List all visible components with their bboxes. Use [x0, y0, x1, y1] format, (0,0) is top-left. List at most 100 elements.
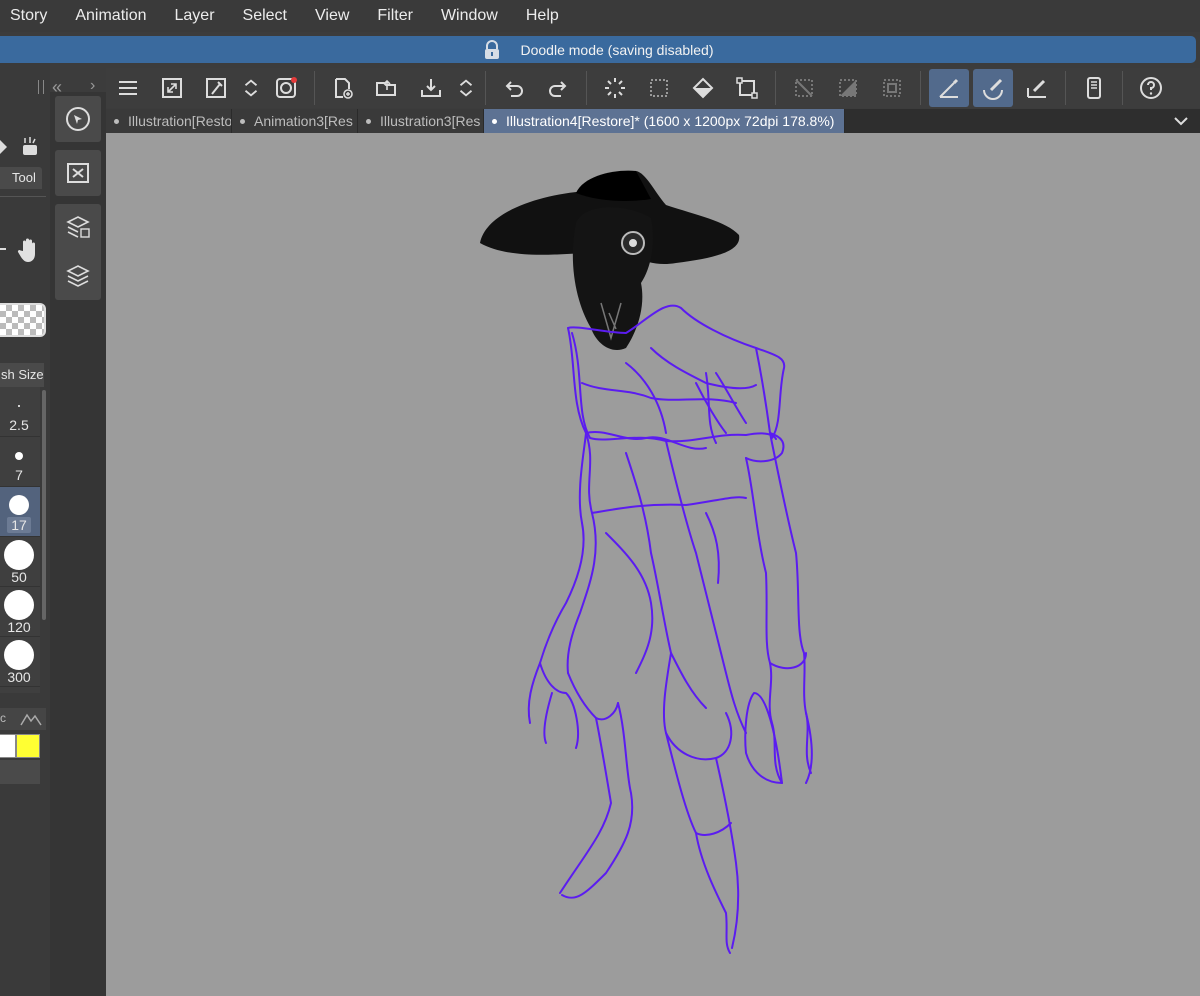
loading-button[interactable] — [595, 69, 635, 107]
brush-size-item[interactable]: 2.5 — [0, 387, 40, 437]
toolbar-separator — [586, 71, 587, 105]
tab-label: Illustration3[Res — [380, 113, 481, 129]
panel-grip-icon[interactable] — [38, 80, 44, 94]
brush-size-item[interactable]: 120 — [0, 587, 40, 637]
brush-dot-icon — [9, 495, 29, 515]
undo-icon — [505, 81, 523, 97]
tab-illustration[interactable]: Illustration[Resto — [106, 109, 232, 133]
save-button[interactable] — [411, 69, 451, 107]
fill-icon — [692, 77, 714, 99]
tab-label: Illustration4[Restore]* (1600 x 1200px 7… — [506, 113, 835, 129]
color-tab-label[interactable]: c — [0, 711, 6, 725]
menu-select[interactable]: Select — [229, 0, 301, 32]
selection-border-button[interactable] — [872, 69, 912, 107]
toolbar-separator — [485, 71, 486, 105]
toolbar-separator — [1122, 71, 1123, 105]
menu-layer[interactable]: Layer — [161, 0, 229, 32]
updown-icon — [244, 79, 258, 97]
snap-grid-icon — [1027, 79, 1046, 98]
menu-story[interactable]: Story — [0, 0, 61, 32]
undo-button[interactable] — [494, 69, 534, 107]
fill-bucket-icon[interactable] — [17, 135, 41, 159]
new-file-button[interactable] — [323, 69, 363, 107]
fill-button[interactable] — [683, 69, 723, 107]
brush-dot-icon — [4, 540, 34, 570]
sub-color-swatch[interactable] — [16, 734, 40, 758]
resize-icon — [162, 78, 182, 98]
record-timelapse-button[interactable] — [266, 69, 306, 107]
doodle-mode-banner: Doodle mode (saving disabled) — [0, 36, 1196, 63]
main-color-swatch[interactable] — [0, 734, 16, 758]
brush-size-item[interactable]: 7 — [0, 437, 40, 487]
tab-illustration3[interactable]: Illustration3[Res — [358, 109, 484, 133]
menu-help[interactable]: Help — [512, 0, 573, 32]
transform-icon — [736, 77, 758, 99]
layer-panel-group — [55, 204, 101, 300]
artwork-sketch — [480, 170, 813, 954]
tab-dot-icon — [366, 118, 371, 124]
snap-special-ruler-icon — [983, 78, 1003, 100]
eyedropper-button[interactable] — [196, 69, 236, 107]
brush-size-label: 50 — [11, 569, 27, 585]
navigator-button[interactable] — [55, 96, 101, 142]
eyedropper-icon — [206, 78, 226, 98]
deselect-button[interactable] — [784, 69, 824, 107]
hand-icon[interactable] — [16, 237, 40, 263]
updown-icon — [459, 79, 473, 97]
tab-dot-icon — [492, 118, 497, 124]
brush-size-item-selected[interactable]: 17 — [0, 487, 40, 537]
layer-property-icon[interactable] — [65, 214, 91, 240]
resize-canvas-button[interactable] — [152, 69, 192, 107]
tool-tab[interactable]: Tool — [0, 167, 42, 189]
help-button[interactable] — [1131, 69, 1171, 107]
help-icon — [1140, 77, 1162, 99]
tab-illustration4-active[interactable]: Illustration4[Restore]* (1600 x 1200px 7… — [484, 109, 846, 133]
tool-line-icon[interactable] — [0, 239, 6, 259]
color-palette-tab-icon[interactable] — [20, 712, 42, 726]
close-panel-icon — [67, 163, 89, 183]
transform-button[interactable] — [727, 69, 767, 107]
snap-ruler-icon — [939, 78, 959, 98]
drawing-canvas[interactable] — [106, 133, 1200, 996]
figure-sketch — [527, 304, 813, 954]
brush-size-item[interactable]: 50 — [0, 537, 40, 587]
left-tool-panel: « › Tool sh Size 2.5 7 17 50 120 300 c — [0, 63, 95, 996]
tool-arrow-icon[interactable] — [0, 136, 10, 158]
app-window: Story Animation Layer Select View Filter… — [0, 0, 1200, 996]
brush-size-tab[interactable]: sh Size — [0, 363, 44, 387]
chevron-down-icon[interactable] — [1172, 112, 1190, 130]
menu-window[interactable]: Window — [427, 0, 512, 32]
open-file-button[interactable] — [367, 69, 407, 107]
banner-text: Doodle mode (saving disabled) — [520, 41, 714, 58]
brush-size-label: 120 — [7, 619, 31, 635]
menu-animation[interactable]: Animation — [61, 0, 160, 32]
transparent-color-swatch[interactable] — [0, 303, 46, 337]
invert-selection-button[interactable] — [828, 69, 868, 107]
new-file-icon — [335, 78, 353, 99]
open-folder-icon — [376, 79, 396, 96]
brush-size-label: 17 — [7, 517, 31, 533]
tab-animation3[interactable]: Animation3[Res — [232, 109, 358, 133]
snap-ruler-button[interactable] — [929, 69, 969, 107]
close-panel-button[interactable] — [55, 150, 101, 196]
snap-special-ruler-button[interactable] — [973, 69, 1013, 107]
select-area-button[interactable] — [639, 69, 679, 107]
redo-button[interactable] — [538, 69, 578, 107]
color-panel-footer — [0, 760, 40, 784]
toolbar-updown-button[interactable] — [240, 69, 262, 107]
menu-view[interactable]: View — [301, 0, 363, 32]
snap-grid-button[interactable] — [1017, 69, 1057, 107]
brush-list-scrollbar[interactable] — [42, 390, 46, 620]
menu-button[interactable] — [108, 69, 148, 107]
command-bar — [106, 68, 1200, 108]
toolbar-separator — [314, 71, 315, 105]
brush-size-item[interactable]: 300 — [0, 637, 40, 687]
toolbar-updown-button[interactable] — [455, 69, 477, 107]
layers-icon[interactable] — [65, 262, 91, 288]
invert-selection-icon — [839, 79, 857, 97]
smartphone-button[interactable] — [1074, 69, 1114, 107]
menu-filter[interactable]: Filter — [363, 0, 427, 32]
toolbar-separator — [920, 71, 921, 105]
toolbar-separator — [775, 71, 776, 105]
brush-size-list: 2.5 7 17 50 120 300 — [0, 387, 40, 693]
